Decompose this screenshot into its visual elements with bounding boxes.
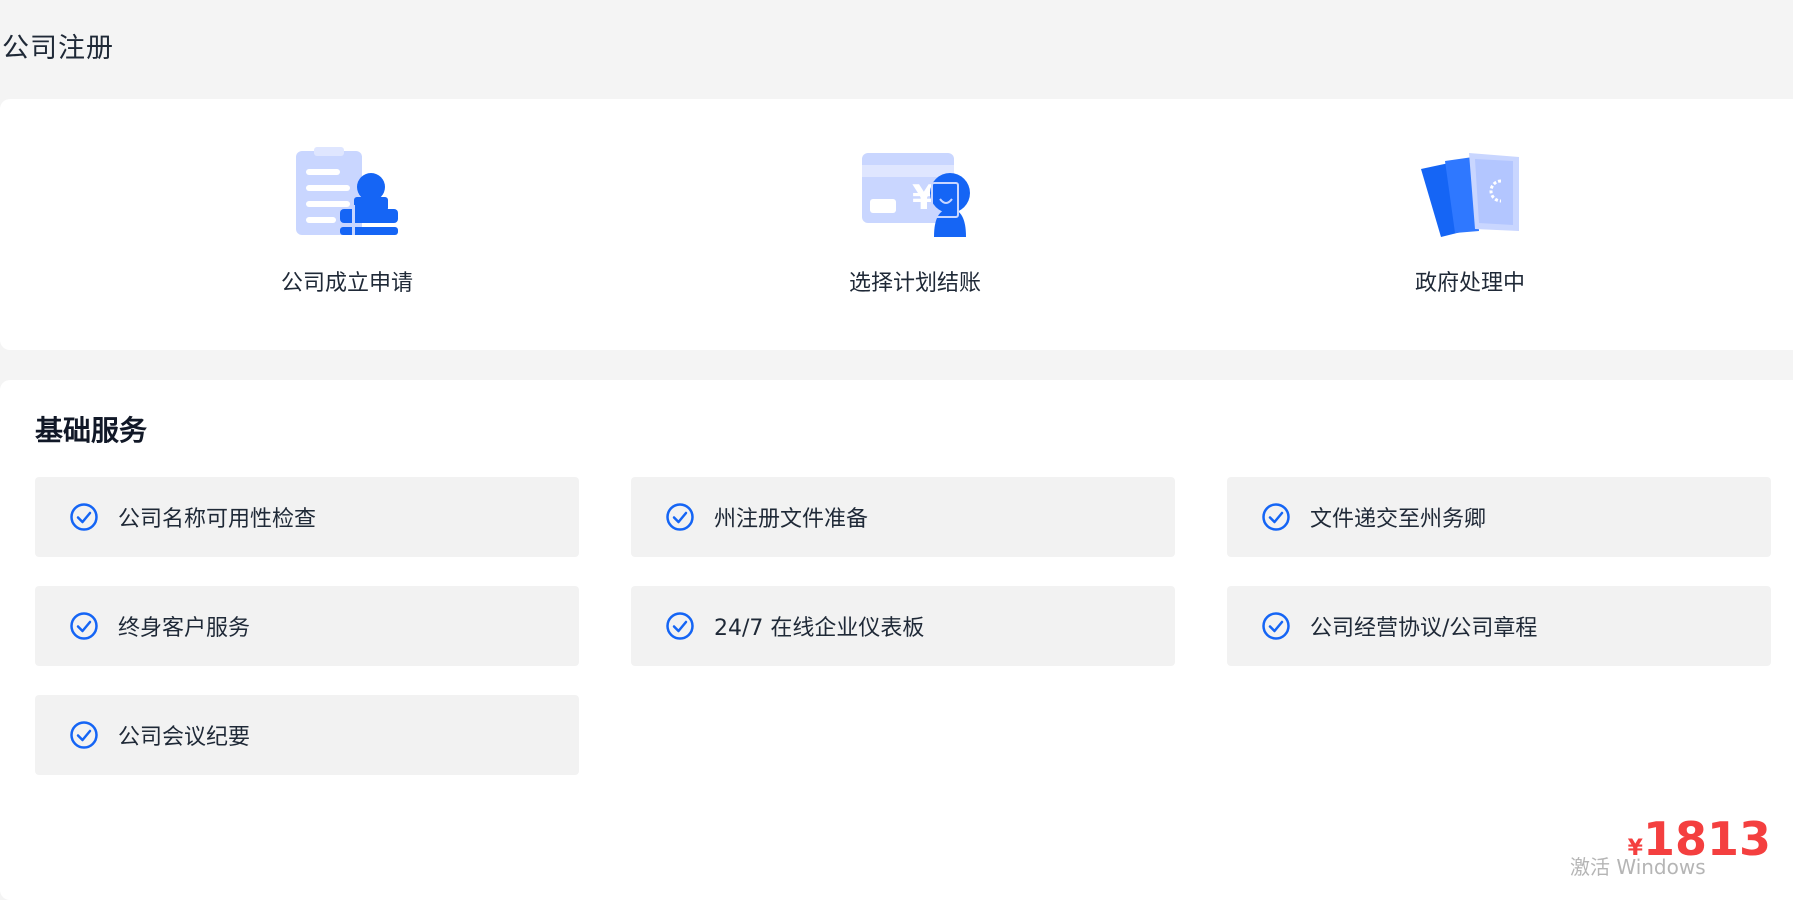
step-label: 政府处理中 (1414, 271, 1525, 296)
service-item: 公司经营协议/公司章程 (1227, 586, 1771, 666)
service-item: 公司名称可用性检查 (35, 477, 579, 557)
check-circle-icon (70, 721, 98, 749)
price-display: ¥1813 (1628, 812, 1771, 866)
step-company-application: 公司成立申请 (197, 147, 497, 297)
price-currency: ¥ (1627, 836, 1643, 861)
check-circle-icon (70, 612, 98, 640)
services-title: 基础服务 (35, 414, 148, 447)
service-item: 终身客户服务 (35, 586, 579, 666)
service-item: 公司会议纪要 (35, 695, 579, 775)
step-select-plan: ¥ 选择计划结账 (765, 147, 1065, 297)
service-item: 文件递交至州务卿 (1227, 477, 1771, 557)
step-government-processing: 政府处理中 (1320, 147, 1620, 297)
service-item: 州注册文件准备 (631, 477, 1175, 557)
service-label: 文件递交至州务卿 (1310, 507, 1487, 532)
payment-card-icon: ¥ (860, 147, 970, 239)
check-circle-icon (666, 612, 694, 640)
step-label: 公司成立申请 (280, 271, 413, 296)
check-circle-icon (1262, 503, 1290, 531)
check-circle-icon (70, 503, 98, 531)
steps-card: 公司成立申请 ¥ 选择计划结账 政府处理中 (0, 99, 1793, 350)
service-label: 州注册文件准备 (714, 507, 869, 532)
documents-processing-icon (1415, 147, 1525, 239)
check-circle-icon (666, 503, 694, 531)
check-circle-icon (1262, 612, 1290, 640)
service-label: 终身客户服务 (118, 616, 251, 641)
service-label: 24/7 在线企业仪表板 (714, 616, 925, 641)
basic-services-card: 基础服务 公司名称可用性检查 州注册文件准备 文件递交至州务卿 终身客户服务 2… (0, 380, 1793, 900)
step-label: 选择计划结账 (848, 271, 981, 296)
page-title: 公司注册 (2, 33, 114, 64)
application-form-icon (292, 147, 402, 239)
service-label: 公司经营协议/公司章程 (1310, 616, 1538, 641)
service-label: 公司会议纪要 (118, 725, 251, 750)
price-amount: 1813 (1642, 812, 1771, 866)
service-label: 公司名称可用性检查 (118, 507, 317, 532)
service-item: 24/7 在线企业仪表板 (631, 586, 1175, 666)
